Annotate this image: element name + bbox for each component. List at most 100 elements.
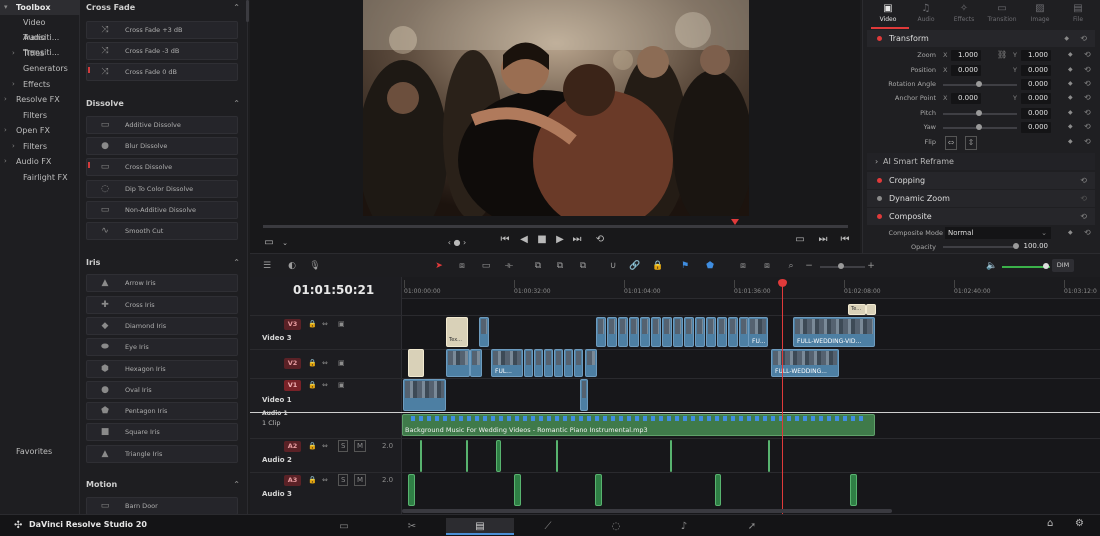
- tab-video[interactable]: ▣ Video: [869, 2, 907, 28]
- color-page-button[interactable]: ◌: [582, 518, 650, 535]
- flip-vertical-icon[interactable]: ⇕: [965, 136, 977, 150]
- go-to-end-icon[interactable]: ⏭: [570, 233, 584, 247]
- anchor-x-field[interactable]: 0.000: [951, 93, 981, 104]
- dim-button[interactable]: DIM: [1052, 259, 1074, 272]
- rotation-field[interactable]: 0.000: [1021, 79, 1051, 90]
- chevron-right-icon[interactable]: ›: [4, 92, 7, 107]
- video-clip[interactable]: [524, 349, 533, 377]
- audio-clip[interactable]: [514, 474, 521, 506]
- chevron-right-icon[interactable]: ›: [12, 77, 15, 92]
- keyframe-diamond-icon[interactable]: ◆: [1068, 92, 1073, 104]
- auto-select-icon[interactable]: ⇔: [322, 380, 328, 390]
- zoom-in-icon[interactable]: +: [864, 259, 878, 273]
- audio-clip[interactable]: [556, 440, 558, 472]
- reset-icon[interactable]: ⟲: [1080, 208, 1087, 225]
- cut-page-button[interactable]: ✂: [378, 518, 446, 535]
- reset-icon[interactable]: ⟲: [1084, 92, 1091, 104]
- effect-cross-fade-3-db[interactable]: ⤨ Cross Fade +3 dB: [86, 21, 238, 39]
- deliver-page-button[interactable]: ➚: [718, 518, 786, 535]
- v1-track-name[interactable]: Video 1: [262, 396, 292, 404]
- selection-tool-icon[interactable]: ➤: [432, 259, 446, 273]
- chevron-up-icon[interactable]: ⌃: [233, 0, 240, 16]
- pitch-slider-knob[interactable]: [976, 110, 982, 116]
- v2-track-badge[interactable]: V2: [284, 358, 301, 369]
- video-clip[interactable]: [651, 317, 661, 347]
- audio-clip[interactable]: [670, 440, 672, 472]
- blade-tool-icon[interactable]: ▭: [479, 259, 493, 273]
- keyframe-diamond-icon[interactable]: ◆: [1068, 227, 1073, 239]
- video-clip[interactable]: [662, 317, 672, 347]
- linked-selection-icon[interactable]: 🔗: [628, 259, 642, 273]
- reset-icon[interactable]: ⟲: [1080, 190, 1087, 207]
- effect-square-iris[interactable]: ■ Square Iris: [86, 423, 238, 441]
- flip-horizontal-icon[interactable]: ⇔: [945, 136, 957, 150]
- pitch-field[interactable]: 0.000: [1021, 108, 1051, 119]
- tree-item-open-fx[interactable]: › Open FX: [0, 123, 80, 138]
- timeline-timecode[interactable]: 01:01:50:21: [293, 283, 374, 297]
- tab-file[interactable]: ▤ File: [1059, 2, 1097, 28]
- track-enable-icon[interactable]: ▣: [338, 319, 345, 329]
- ai-smart-reframe-header[interactable]: › AI Smart Reframe: [867, 153, 1095, 170]
- tree-item-video-transiti-[interactable]: Video Transiti...: [0, 15, 80, 42]
- timeline-view-options-icon[interactable]: ☰: [260, 259, 274, 273]
- keyframe-diamond-icon[interactable]: ◆: [1068, 49, 1073, 61]
- link-icon[interactable]: ⛓: [997, 49, 1007, 61]
- zoom-to-fit-icon[interactable]: ⧈: [736, 259, 750, 273]
- marker-icon[interactable]: ⬟: [703, 259, 717, 273]
- video-clip[interactable]: [580, 379, 588, 411]
- tab-transition[interactable]: ▭ Transition: [983, 2, 1021, 28]
- loop-icon[interactable]: ⟲: [593, 233, 607, 247]
- video-clip[interactable]: [596, 317, 606, 347]
- voiceover-mic-icon[interactable]: 🎙: [308, 259, 322, 273]
- position-x-field[interactable]: 0.000: [951, 65, 981, 76]
- video-clip[interactable]: [728, 317, 738, 347]
- mute-button[interactable]: M: [354, 474, 367, 486]
- v3-track-name[interactable]: Video 3: [262, 334, 292, 342]
- effect-cross-fade-0-db[interactable]: ⤨ Cross Fade 0 dB: [86, 63, 238, 81]
- dynamic-trim-icon[interactable]: ⟛: [502, 259, 516, 273]
- video-clip[interactable]: [479, 317, 489, 347]
- video-clip[interactable]: FU...: [748, 317, 768, 347]
- home-icon[interactable]: ⌂: [1047, 518, 1053, 529]
- reset-icon[interactable]: ⟲: [1084, 64, 1091, 76]
- a2-track-name[interactable]: Audio 2: [262, 456, 292, 464]
- video-clip[interactable]: [695, 317, 705, 347]
- tree-item-generators[interactable]: Generators: [0, 61, 80, 76]
- play-reverse-icon[interactable]: ◀: [517, 233, 531, 247]
- reset-icon[interactable]: ⟲: [1084, 78, 1091, 90]
- play-icon[interactable]: ▶: [553, 233, 567, 247]
- tree-item-audio-fx[interactable]: › Audio FX: [0, 154, 80, 169]
- reset-icon[interactable]: ⟲: [1084, 49, 1091, 61]
- video-clip[interactable]: [717, 317, 727, 347]
- category-motion[interactable]: Motion ⌃: [80, 477, 247, 493]
- effect-hexagon-iris[interactable]: ⬢ Hexagon Iris: [86, 360, 238, 378]
- video-clip[interactable]: [574, 349, 583, 377]
- video-clip[interactable]: [534, 349, 543, 377]
- reset-icon[interactable]: ⟲: [1084, 121, 1091, 133]
- zoom-out-icon[interactable]: −: [802, 259, 816, 273]
- section-enabled-dot[interactable]: [877, 214, 882, 219]
- reset-icon[interactable]: ⟲: [1084, 227, 1091, 239]
- detail-zoom-icon[interactable]: ⧈: [760, 259, 774, 273]
- chevron-down-icon[interactable]: ▾: [4, 0, 8, 15]
- reset-icon[interactable]: ⟲: [1080, 172, 1087, 189]
- effect-blur-dissolve[interactable]: ● Blur Dissolve: [86, 137, 238, 155]
- a3-track-badge[interactable]: A3: [284, 475, 301, 486]
- video-clip[interactable]: [585, 349, 597, 377]
- effect-oval-iris[interactable]: ● Oval Iris: [86, 381, 238, 399]
- effect-diamond-iris[interactable]: ◆ Diamond Iris: [86, 317, 238, 335]
- timeline-playhead[interactable]: [782, 283, 783, 514]
- audio-meter-icon[interactable]: ◐: [285, 259, 299, 273]
- tab-image[interactable]: ▨ Image: [1021, 2, 1059, 28]
- match-frame-icon[interactable]: ▭: [793, 233, 807, 247]
- custom-zoom-icon[interactable]: ⌕: [784, 259, 798, 273]
- settings-gear-icon[interactable]: ⚙: [1075, 518, 1084, 529]
- solo-button[interactable]: S: [338, 440, 349, 452]
- tree-item-titles[interactable]: › Titles: [0, 46, 80, 61]
- keyframe-diamond-icon[interactable]: ◆: [1068, 64, 1073, 76]
- v3-track-badge[interactable]: V3: [284, 319, 301, 330]
- opacity-slider[interactable]: [943, 246, 1017, 248]
- category-dissolve[interactable]: Dissolve ⌃: [80, 96, 247, 112]
- title-clip[interactable]: Te...: [848, 304, 866, 315]
- video-clip[interactable]: [607, 317, 617, 347]
